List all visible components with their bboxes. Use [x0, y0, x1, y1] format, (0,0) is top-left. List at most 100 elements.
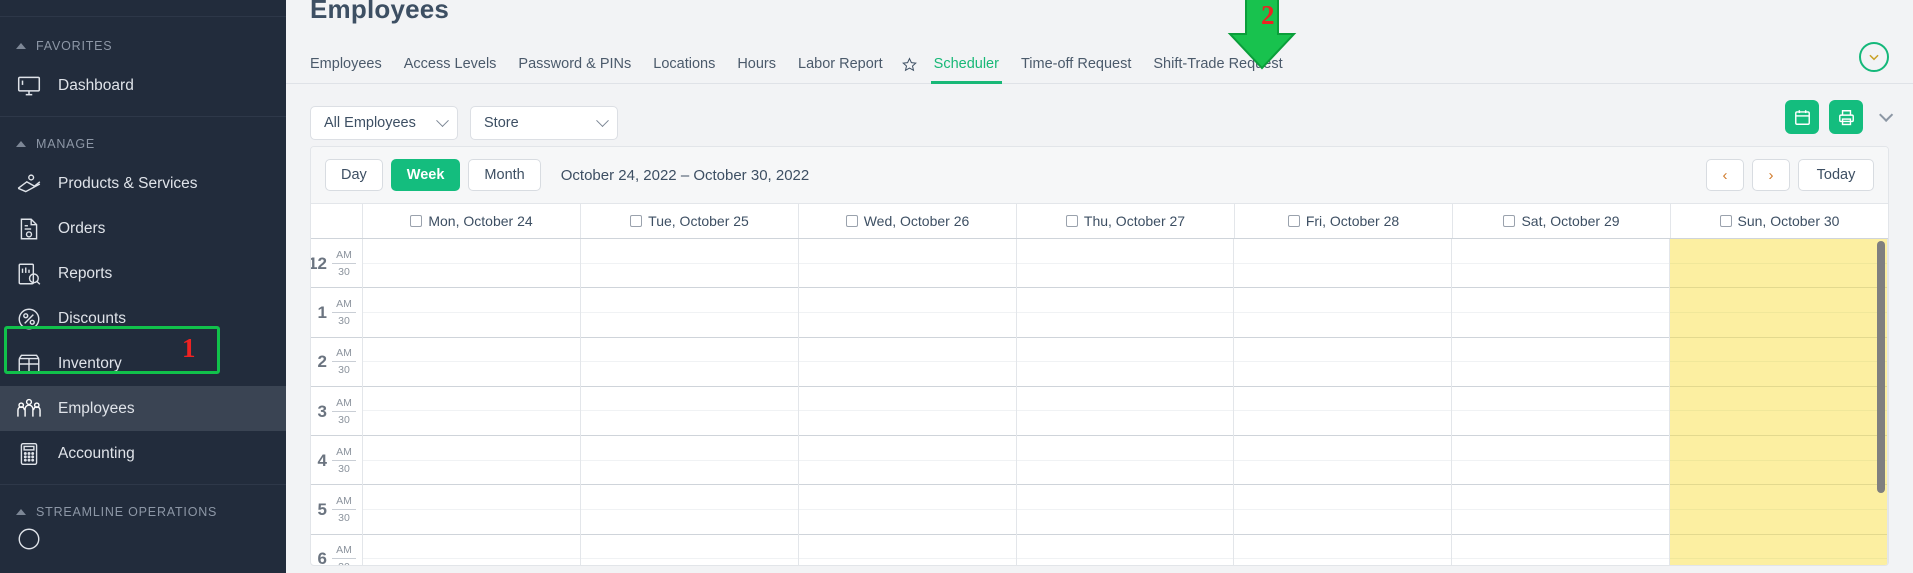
view-week-button[interactable]: Week [390, 159, 461, 191]
calendar-slot[interactable] [1234, 411, 1452, 437]
calendar-slot[interactable] [363, 559, 580, 565]
calendar-slot[interactable] [1670, 313, 1888, 338]
calendar-slot[interactable] [1016, 387, 1234, 412]
calendar-slot[interactable] [363, 461, 580, 486]
calendar-slot[interactable] [798, 387, 1016, 412]
tab-access-levels[interactable]: Access Levels [393, 56, 508, 83]
calendar-slot[interactable] [580, 436, 798, 461]
employee-filter-select[interactable]: All Employees [310, 106, 458, 140]
calendar-slot[interactable] [1016, 535, 1234, 560]
calendar-slot[interactable] [580, 461, 798, 486]
calendar-slot[interactable] [580, 288, 798, 313]
day-column-sun[interactable] [1670, 239, 1888, 565]
day-checkbox[interactable] [410, 215, 423, 227]
calendar-slot[interactable] [1670, 436, 1888, 461]
favorite-star-button[interactable] [894, 57, 923, 83]
calendar-slot[interactable] [580, 387, 798, 412]
day-column-thu[interactable] [1016, 239, 1235, 565]
tab-time-off-request[interactable]: Time-off Request [1010, 56, 1142, 83]
calendar-slot[interactable] [1670, 239, 1888, 264]
calendar-slot[interactable] [1452, 510, 1670, 535]
collapse-panel-button[interactable] [1859, 42, 1889, 72]
calendar-slot[interactable] [1016, 239, 1234, 264]
calendar-slot[interactable] [1234, 313, 1452, 338]
calendar-slot[interactable] [1670, 362, 1888, 387]
tab-employees[interactable]: Employees [310, 56, 393, 83]
calendar-slot[interactable] [1234, 362, 1452, 387]
calendar-slot[interactable] [363, 387, 580, 412]
calendar-slot[interactable] [580, 239, 798, 264]
calendar-slot[interactable] [363, 535, 580, 560]
calendar-slot[interactable] [1234, 264, 1452, 289]
calendar-slot[interactable] [1670, 288, 1888, 313]
calendar-slot[interactable] [363, 338, 580, 363]
calendar-slot[interactable] [798, 461, 1016, 486]
day-checkbox[interactable] [1065, 215, 1078, 227]
day-column-mon[interactable] [363, 239, 581, 565]
calendar-slot[interactable] [1670, 338, 1888, 363]
day-column-tue[interactable] [580, 239, 799, 565]
calendar-slot[interactable] [1017, 559, 1234, 565]
calendar-slot[interactable] [798, 535, 1016, 560]
calendar-slot[interactable] [363, 436, 580, 461]
calendar-slot[interactable] [798, 436, 1016, 461]
calendar-slot[interactable] [1234, 387, 1452, 412]
day-header-sun[interactable]: Sun, October 30 [1671, 204, 1888, 238]
calendar-slot[interactable] [1234, 510, 1452, 535]
tab-locations[interactable]: Locations [642, 56, 726, 83]
calendar-slot[interactable] [1452, 362, 1670, 387]
location-filter-select[interactable]: Store [470, 106, 618, 140]
calendar-slot[interactable] [1016, 411, 1234, 437]
calendar-slot[interactable] [798, 362, 1016, 387]
calendar-slot[interactable] [363, 411, 580, 437]
calendar-slot[interactable] [798, 239, 1016, 264]
calendar-slot[interactable] [1670, 264, 1888, 289]
calendar-slot[interactable] [363, 288, 580, 313]
calendar-slot[interactable] [1016, 485, 1234, 511]
calendar-slot[interactable] [363, 264, 580, 289]
calendar-slot[interactable] [1016, 362, 1234, 387]
calendar-slot[interactable] [1016, 461, 1234, 486]
calendar-slot[interactable] [580, 485, 798, 511]
sidebar-section-title-favorites[interactable]: FAVORITES [0, 35, 286, 63]
calendar-slot[interactable] [580, 362, 798, 387]
calendar-slot[interactable] [1016, 264, 1234, 289]
day-column-sat[interactable] [1452, 239, 1671, 565]
calendar-slot[interactable] [580, 338, 798, 363]
calendar-slot[interactable] [1234, 288, 1452, 313]
calendar-slot[interactable] [1670, 535, 1888, 560]
today-button[interactable]: Today [1798, 159, 1874, 191]
calendar-slot[interactable] [1670, 411, 1888, 437]
calendar-slot[interactable] [1452, 264, 1670, 289]
calendar-slot[interactable] [1234, 485, 1452, 511]
calendar-slot[interactable] [1670, 461, 1888, 486]
day-column-fri[interactable] [1234, 239, 1453, 565]
calendar-slot[interactable] [798, 510, 1016, 535]
day-header-mon[interactable]: Mon, October 24 [363, 204, 581, 238]
calendar-slot[interactable] [1452, 461, 1670, 486]
day-checkbox[interactable] [845, 215, 858, 227]
calendar-slot[interactable] [1670, 485, 1888, 511]
sidebar-item-inventory[interactable]: Inventory [0, 341, 286, 386]
day-header-tue[interactable]: Tue, October 25 [581, 204, 799, 238]
calendar-slot[interactable] [1452, 313, 1670, 338]
calendar-slot[interactable] [1234, 338, 1452, 363]
calendar-button[interactable] [1785, 100, 1819, 134]
calendar-slot[interactable] [580, 264, 798, 289]
calendar-slot[interactable] [1452, 436, 1670, 461]
day-header-sat[interactable]: Sat, October 29 [1453, 204, 1671, 238]
day-column-wed[interactable] [798, 239, 1017, 565]
calendar-slot[interactable] [1452, 485, 1670, 511]
day-header-fri[interactable]: Fri, October 28 [1235, 204, 1453, 238]
calendar-vertical-scrollbar[interactable] [1877, 241, 1885, 493]
next-week-button[interactable]: › [1752, 159, 1790, 191]
sidebar-item-discounts[interactable]: Discounts [0, 296, 286, 341]
day-header-thu[interactable]: Thu, October 27 [1017, 204, 1235, 238]
tab-scheduler[interactable]: Scheduler [923, 56, 1010, 84]
calendar-slot[interactable] [580, 535, 798, 560]
calendar-slot[interactable] [798, 338, 1016, 363]
calendar-slot[interactable] [363, 313, 580, 338]
view-month-button[interactable]: Month [468, 159, 541, 191]
day-checkbox[interactable] [1719, 215, 1732, 227]
calendar-slot[interactable] [580, 313, 798, 338]
